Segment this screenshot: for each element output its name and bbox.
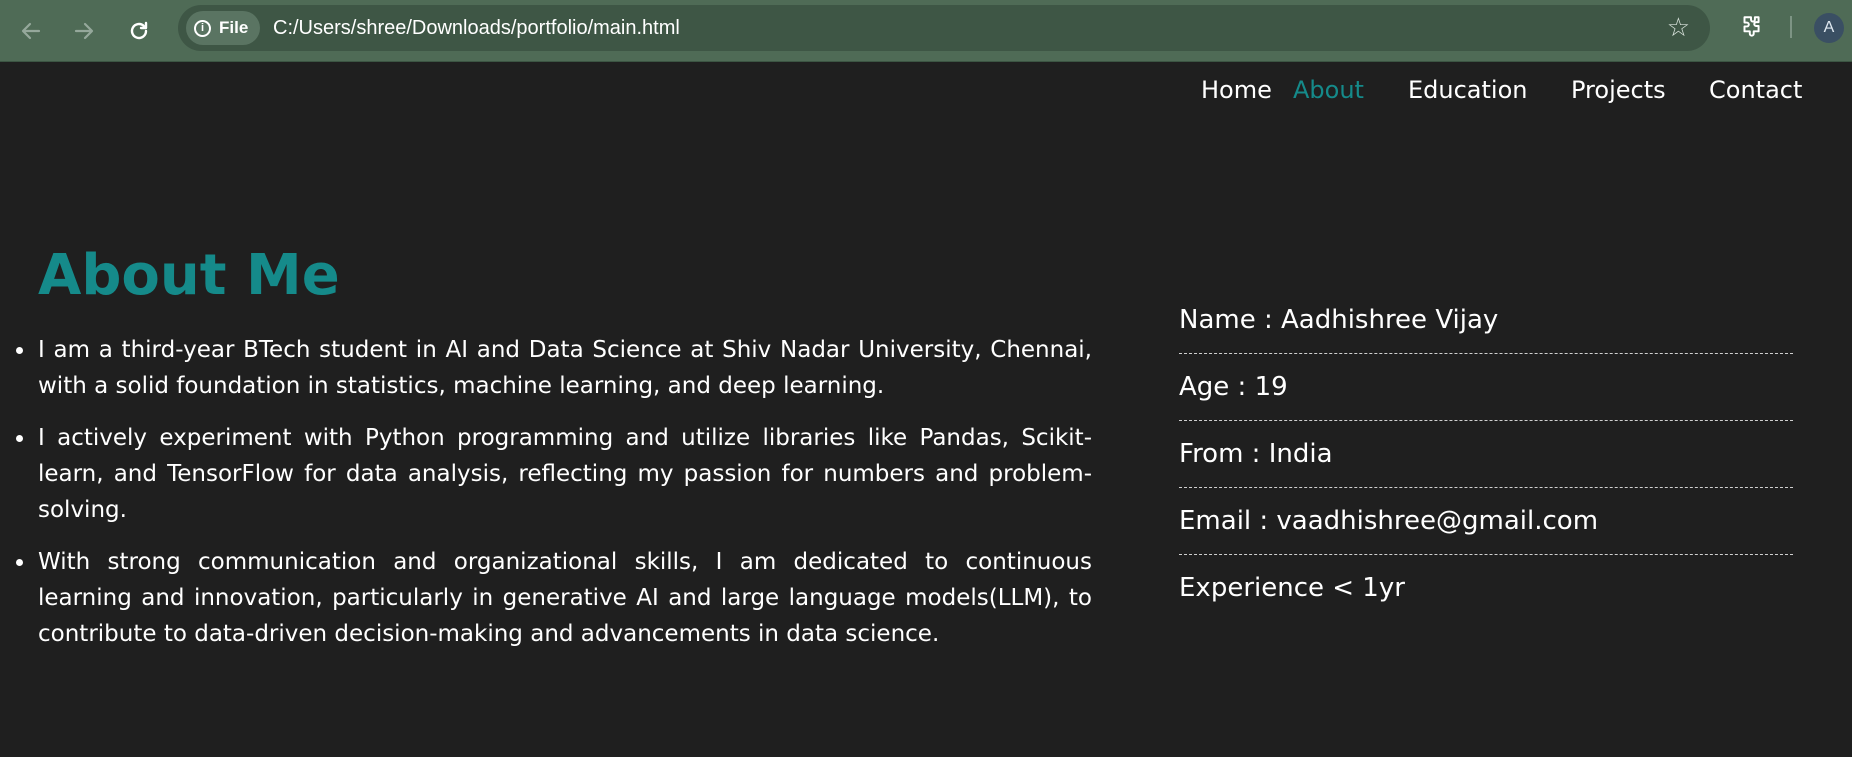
arrow-right-icon — [74, 22, 94, 40]
nav-education-link[interactable]: Education — [1408, 76, 1527, 104]
info-age: Age : 19 — [1179, 354, 1793, 421]
star-icon[interactable]: ☆ — [1667, 13, 1690, 43]
info-email: Email : vaadhishree@gmail.com — [1179, 488, 1793, 555]
about-bullet: I am a third-year BTech student in AI an… — [16, 332, 1092, 404]
puzzle-icon[interactable] — [1734, 10, 1768, 44]
profile-avatar[interactable]: A — [1814, 13, 1844, 43]
about-bullet: With strong communication and organizati… — [16, 544, 1092, 652]
nav-home-link[interactable]: Home — [1201, 76, 1272, 104]
about-heading: About Me — [38, 243, 340, 308]
forward-button[interactable] — [61, 8, 107, 54]
site-info-chip[interactable]: i File — [186, 11, 261, 45]
reload-button[interactable] — [116, 8, 162, 54]
about-bullet-list: I am a third-year BTech student in AI an… — [16, 332, 1092, 668]
page-content: Home About Education Projects Contact Ab… — [0, 62, 1852, 757]
site-navigation: Home About Education Projects Contact — [0, 76, 1852, 112]
info-from: From : India — [1179, 421, 1793, 488]
address-bar[interactable]: i File C:/Users/shree/Downloads/portfoli… — [178, 5, 1710, 51]
personal-info-panel: Name : Aadhishree Vijay Age : 19 From : … — [1179, 287, 1793, 621]
toolbar-divider — [1790, 16, 1792, 38]
url-text[interactable]: C:/Users/shree/Downloads/portfolio/main.… — [273, 5, 680, 51]
nav-contact-link[interactable]: Contact — [1709, 76, 1802, 104]
about-bullet: I actively experiment with Python progra… — [16, 420, 1092, 528]
reload-icon — [130, 21, 148, 40]
nav-projects-link[interactable]: Projects — [1571, 76, 1666, 104]
info-experience: Experience < 1yr — [1179, 573, 1405, 603]
browser-toolbar: i File C:/Users/shree/Downloads/portfoli… — [0, 0, 1852, 62]
back-button[interactable] — [8, 8, 54, 54]
info-name: Name : Aadhishree Vijay — [1179, 287, 1793, 354]
arrow-left-icon — [21, 22, 41, 40]
site-chip-label: File — [219, 18, 249, 37]
info-icon: i — [194, 19, 211, 37]
nav-about-link[interactable]: About — [1293, 76, 1364, 104]
